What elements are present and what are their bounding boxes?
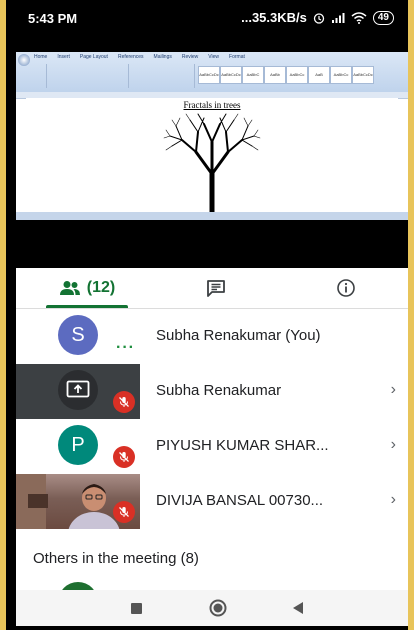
ribbon-tab: Insert — [57, 54, 70, 60]
document-title: Fractals in trees — [183, 100, 241, 110]
ribbon-tab: View — [208, 54, 220, 60]
status-time: 5:43 PM — [28, 11, 78, 26]
style-swatch: AaBbC — [242, 66, 264, 84]
tab-info[interactable] — [326, 268, 366, 308]
avatar — [58, 370, 98, 410]
mic-off-icon — [113, 446, 135, 468]
alarm-icon — [313, 12, 325, 24]
status-icons: ...35.3KB/s 49 — [241, 10, 394, 25]
paragraph-group — [130, 64, 195, 88]
present-icon — [66, 380, 90, 398]
others-heading: Others in the meeting (8) — [33, 550, 199, 567]
ribbon-tab: Review — [181, 54, 199, 60]
participant-tile — [16, 364, 140, 419]
active-tab-indicator — [46, 305, 128, 308]
style-swatch: AaBbCc — [286, 66, 308, 84]
ribbon-tab: Format — [229, 54, 245, 60]
participant-name: Subha Renakumar — [156, 382, 282, 399]
recents-icon — [130, 602, 142, 614]
avatar: S — [58, 315, 98, 355]
ribbon-tab: Mailings — [153, 54, 172, 60]
people-icon — [59, 281, 80, 295]
participant-row[interactable]: P PIYUSH KUMAR SHAR... › — [16, 419, 408, 474]
ribbon-tabs: Home Insert Page Layout References Maili… — [34, 54, 245, 60]
participant-row[interactable]: DIVIJA BANSAL 00730... › — [16, 474, 408, 529]
tab-people[interactable]: (12) — [46, 268, 128, 308]
tab-chat[interactable] — [196, 268, 236, 308]
network-speed: ...35.3KB/s — [241, 10, 307, 25]
style-swatch: AaB — [308, 66, 330, 84]
people-count: (12) — [86, 279, 116, 296]
system-nav-bar — [16, 590, 408, 626]
participant-name: Subha Renakumar (You) — [156, 327, 321, 344]
document-page: Fractals in trees — [26, 98, 398, 212]
style-swatch: AaBbCcDc — [198, 66, 220, 84]
home-icon — [209, 599, 227, 617]
participant-tile: P — [16, 419, 140, 474]
status-bar: 5:43 PM ...35.3KB/s 49 — [6, 0, 408, 36]
signal-icon — [331, 12, 345, 23]
phone-screen: 5:43 PM ...35.3KB/s 49 Home Insert Page … — [6, 0, 408, 630]
style-swatch: AaBbCcDc — [220, 66, 242, 84]
ribbon-tab: Home — [34, 54, 48, 60]
chevron-right-icon[interactable]: › — [391, 381, 396, 399]
style-swatch: AaBb — [264, 66, 286, 84]
clipboard-group — [18, 64, 47, 88]
font-group — [48, 64, 129, 88]
participant-row[interactable]: Subha Renakumar › — [16, 364, 408, 419]
avatar: P — [58, 425, 98, 465]
fractal-tree-image — [163, 113, 261, 212]
word-ribbon: Home Insert Page Layout References Maili… — [16, 52, 408, 93]
home-button[interactable] — [198, 590, 238, 626]
participant-video-tile — [16, 474, 140, 529]
participant-name: DIVIJA BANSAL 00730... — [156, 492, 324, 509]
participant-tile: S ··· — [16, 309, 140, 364]
ribbon-tab: Page Layout — [79, 54, 108, 60]
participants-panel: (12) S ··· Subha Renakumar (You) Subha R… — [16, 268, 408, 598]
mic-off-icon — [113, 501, 135, 523]
style-swatch: AaBbCcDc — [352, 66, 374, 84]
participant-row[interactable]: S ··· Subha Renakumar (You) — [16, 309, 408, 364]
ribbon-tab: References — [117, 54, 144, 60]
recents-button[interactable] — [116, 590, 156, 626]
battery-icon: 49 — [372, 10, 394, 25]
panel-tabs: (12) — [16, 268, 408, 309]
mic-off-icon — [113, 391, 135, 413]
chevron-right-icon[interactable]: › — [391, 491, 396, 509]
style-swatch: AaBbCc — [330, 66, 352, 84]
chevron-right-icon[interactable]: › — [391, 436, 396, 454]
back-button[interactable] — [278, 590, 318, 626]
participant-name: PIYUSH KUMAR SHAR... — [156, 437, 329, 454]
speaking-indicator-icon: ··· — [116, 339, 135, 356]
document-status-bar — [16, 212, 408, 220]
shared-screen[interactable]: Home Insert Page Layout References Maili… — [16, 52, 408, 220]
back-icon — [293, 602, 303, 614]
chat-icon — [207, 280, 225, 297]
wifi-icon — [351, 11, 367, 24]
info-icon — [337, 279, 355, 297]
